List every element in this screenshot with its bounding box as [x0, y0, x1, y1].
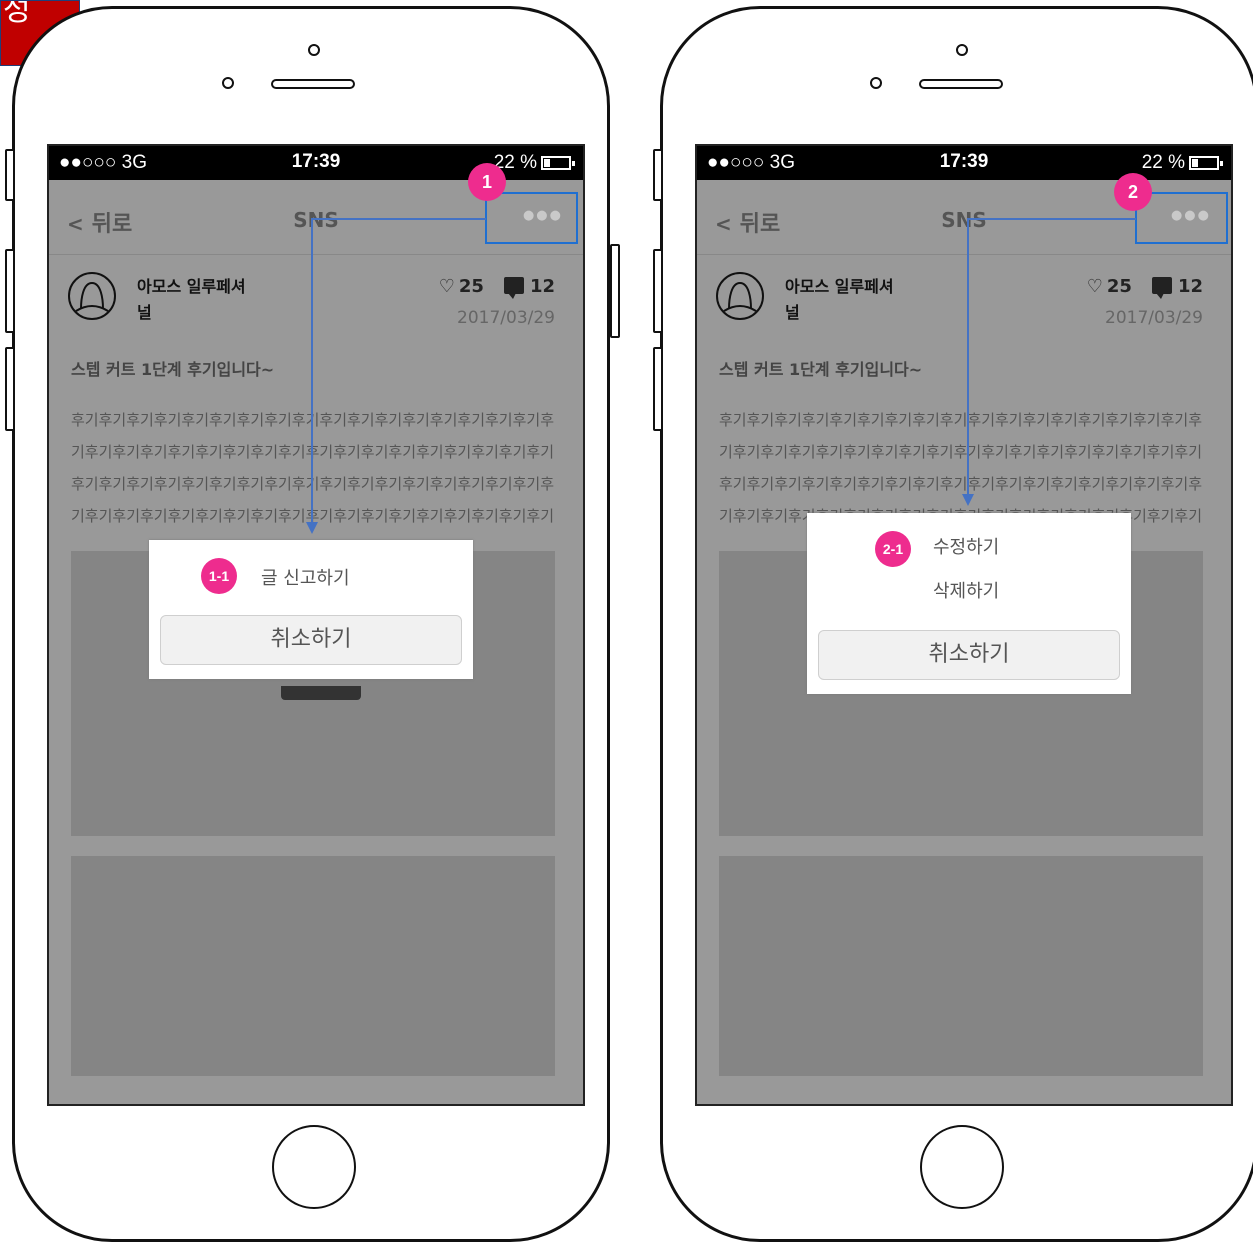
- battery-icon: [1189, 156, 1223, 170]
- post-username[interactable]: 아모스 일루페셔널: [137, 274, 257, 326]
- connector-arrow: [962, 494, 974, 506]
- status-bar: ●●○○○ 3G 17:39 22 %: [697, 146, 1231, 180]
- post-date: 2017/03/29: [457, 308, 555, 328]
- action-dialog: 2-1 수정하기 삭제하기 취소하기: [807, 513, 1131, 694]
- battery-icon: [541, 156, 575, 170]
- volume-down-button: [5, 347, 15, 431]
- highlight-more-button: [485, 192, 578, 244]
- post-image: [719, 856, 1203, 1076]
- delete-post-option[interactable]: 삭제하기: [933, 577, 999, 603]
- step-badge: 2-1: [875, 531, 911, 567]
- comment-count: 12: [529, 276, 555, 297]
- edit-post-option[interactable]: 수정하기: [933, 533, 999, 559]
- cancel-button[interactable]: 취소하기: [818, 630, 1120, 680]
- step-badge: 1: [468, 163, 506, 201]
- post-date: 2017/03/29: [1105, 308, 1203, 328]
- connector-line: [311, 218, 313, 522]
- cancel-button[interactable]: 취소하기: [160, 615, 462, 665]
- volume-down-button: [653, 347, 663, 431]
- step-badge: 1-1: [201, 558, 237, 594]
- post-image: [71, 856, 555, 1076]
- front-camera: [308, 44, 320, 56]
- volume-up-button: [653, 249, 663, 333]
- volume-up-button: [5, 249, 15, 333]
- action-dialog: 1-1 글 신고하기 취소하기: [149, 540, 473, 679]
- like-count: 25: [1106, 276, 1132, 297]
- comment-icon[interactable]: [503, 277, 524, 299]
- avatar-icon: [68, 272, 116, 320]
- like-count: 25: [458, 276, 484, 297]
- heart-icon[interactable]: ♡: [439, 276, 455, 297]
- connector-line: [968, 218, 1136, 220]
- heart-icon[interactable]: ♡: [1087, 276, 1103, 297]
- earpiece-speaker: [919, 79, 1003, 89]
- proximity-sensor: [222, 77, 234, 89]
- home-button[interactable]: [272, 1125, 356, 1209]
- comment-icon[interactable]: [1151, 277, 1172, 299]
- connector-line: [967, 218, 969, 494]
- step-badge: 2: [1114, 173, 1152, 211]
- mute-switch: [5, 149, 15, 201]
- battery-percent: 22 %: [1141, 152, 1185, 173]
- post-body: 후기후기후기후기후기후기후기후기후기후기후기후기후기후기후기후기후기후기후기후기…: [71, 404, 565, 532]
- connector-line: [312, 218, 486, 220]
- power-button: [610, 244, 620, 338]
- report-post-option[interactable]: 글 신고하기: [261, 564, 350, 590]
- earpiece-speaker: [271, 79, 355, 89]
- comment-count: 12: [1177, 276, 1203, 297]
- image-control: [281, 686, 361, 700]
- post-stats: ♡ 25 12: [439, 276, 555, 299]
- proximity-sensor: [870, 77, 882, 89]
- post-title: 스텝 커트 1단계 후기입니다~: [71, 360, 275, 379]
- front-camera: [956, 44, 968, 56]
- post-stats: ♡ 25 12: [1087, 276, 1203, 299]
- mute-switch: [653, 149, 663, 201]
- avatar-icon: [716, 272, 764, 320]
- home-button[interactable]: [920, 1125, 1004, 1209]
- post-title: 스텝 커트 1단계 후기입니다~: [719, 360, 923, 379]
- post-username[interactable]: 아모스 일루페셔널: [785, 274, 905, 326]
- connector-arrow: [306, 522, 318, 534]
